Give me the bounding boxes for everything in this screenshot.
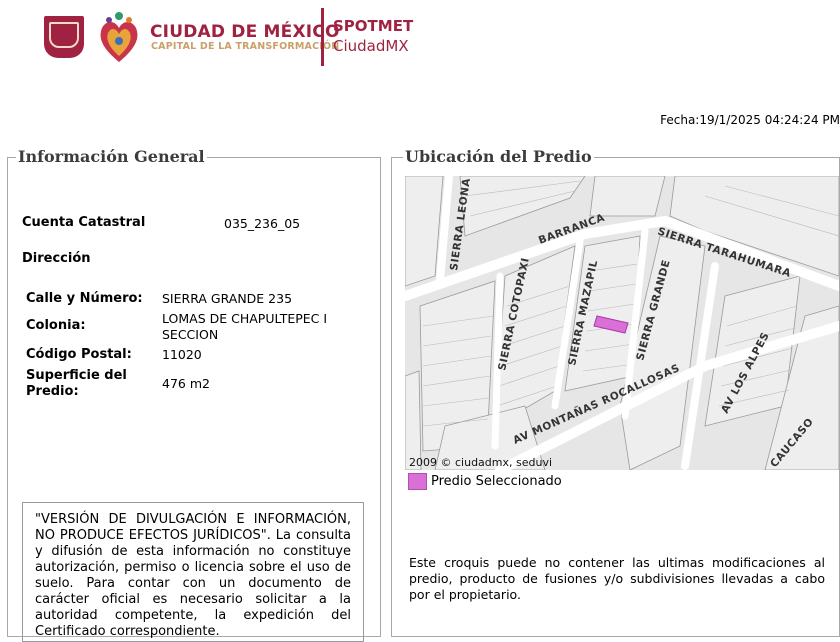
brand-title: CIUDAD DE MÉXICO: [150, 22, 340, 42]
selected-parcel-legend-label: Predio Seleccionado: [431, 474, 562, 489]
croquis-disclaimer: Este croquis puede no contener las ultim…: [409, 555, 825, 602]
selected-parcel-swatch: [408, 473, 427, 490]
superficie-label: Superficie del Predio:: [26, 368, 127, 399]
colonia-value: LOMAS DE CHAPULTEPEC I SECCION: [162, 311, 328, 342]
colonia-label: Colonia:: [26, 318, 86, 333]
legal-notice: "VERSIÓN DE DIVULGACIÓN E INFORMACIÓN, N…: [22, 502, 364, 642]
codigo-postal-label: Código Postal:: [26, 347, 132, 362]
superficie-value: 476 m2: [162, 376, 210, 391]
general-info-legend: Información General: [16, 147, 207, 166]
codigo-postal-value: 11020: [162, 347, 202, 362]
date-stamp: Fecha:19/1/2025 04:24:24 PM: [660, 113, 840, 127]
header-divider: [321, 8, 324, 66]
map-copyright: 2009 © ciudadmx, seduvi: [409, 456, 553, 469]
brand-subtitle: CAPITAL DE LA TRANSFORMACIÓN: [151, 41, 340, 52]
calle-value: SIERRA GRANDE 235: [162, 291, 293, 306]
location-map[interactable]: SIERRA LEONA BARRANCA SIERRA TARAHUMARA …: [405, 176, 839, 470]
cdmx-shield-logo: [44, 16, 84, 58]
app-subtitle: CiudadMX: [333, 37, 409, 55]
heart-emblem-logo: [100, 12, 138, 62]
location-legend: Ubicación del Predio: [403, 147, 594, 166]
app-title: SPOTMET: [333, 17, 414, 35]
cuenta-catastral-label: Cuenta Catastral: [22, 215, 146, 230]
calle-label: Calle y Número:: [26, 291, 143, 306]
direccion-label: Dirección: [22, 251, 91, 266]
cuenta-catastral-value: 035_236_05: [224, 216, 301, 231]
